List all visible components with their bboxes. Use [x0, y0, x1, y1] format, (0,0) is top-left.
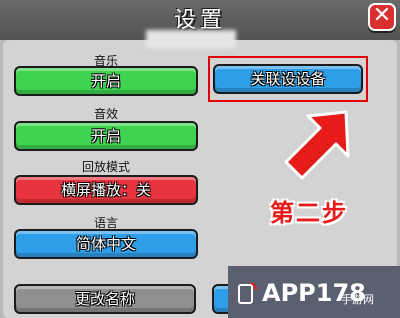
settings-dialog: 设置 ✕ 音乐 开启 音效 开启 回放模式 横屏播放：关 语言 简体中文 更改名… — [0, 0, 400, 318]
watermark-sub: 手游网 — [341, 293, 374, 306]
blurred-region — [146, 30, 236, 48]
highlight-box — [208, 56, 368, 102]
music-toggle-button[interactable]: 开启 — [14, 66, 198, 96]
sfx-toggle-button[interactable]: 开启 — [14, 121, 198, 151]
red-arrow-icon — [284, 110, 350, 180]
sfx-label: 音效 — [93, 107, 118, 121]
replay-mode-label: 回放模式 — [81, 160, 130, 174]
rename-button[interactable]: 更改名称 — [14, 284, 196, 314]
replay-mode-button[interactable]: 横屏播放：关 — [14, 175, 198, 205]
phone-icon — [238, 282, 257, 304]
close-button[interactable]: ✕ — [368, 3, 396, 31]
step-annotation: 第二步 — [270, 199, 348, 227]
language-select-button[interactable]: 简体中文 — [14, 229, 198, 259]
